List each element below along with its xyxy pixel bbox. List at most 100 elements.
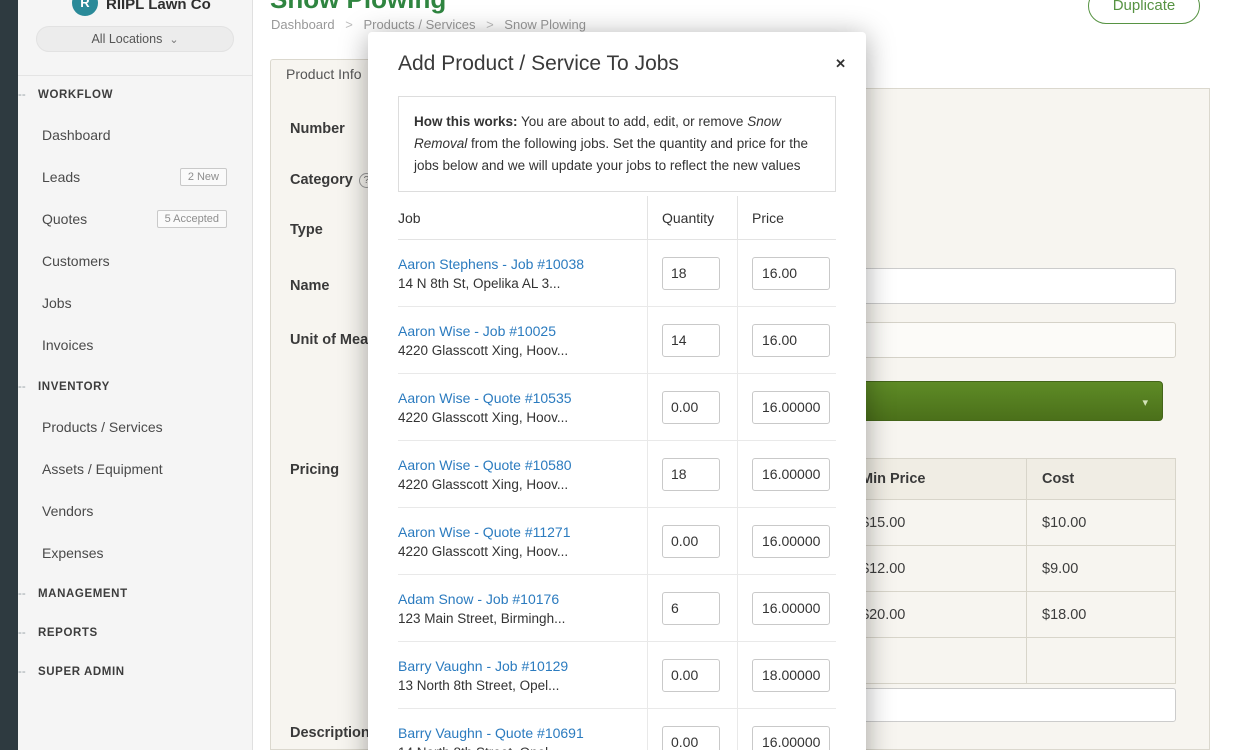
price-input[interactable] — [752, 659, 830, 692]
breadcrumb-products-services[interactable]: Products / Services — [363, 17, 475, 32]
price-input[interactable] — [752, 391, 830, 424]
page-title: Snow Plowing — [270, 0, 446, 15]
tree-dash-icon: -- — [18, 584, 26, 604]
quantity-column-header: Quantity — [648, 196, 738, 239]
job-row: Aaron Stephens - Job #10038 14 N 8th St,… — [398, 240, 836, 307]
sidebar-item-assets-equipment[interactable]: Assets / Equipment — [18, 448, 253, 490]
chevron-down-icon: ⌄ — [169, 34, 178, 46]
section-super-admin[interactable]: -- SUPER ADMIN — [18, 662, 253, 682]
job-link[interactable]: Adam Snow - Job #10176 — [398, 591, 637, 607]
duplicate-button[interactable]: Duplicate — [1088, 0, 1200, 24]
close-icon[interactable]: ✕ — [835, 56, 846, 72]
jobs-table-header: Job Quantity Price — [398, 196, 836, 240]
section-management[interactable]: -- MANAGEMENT — [18, 584, 253, 604]
job-address: 14 N 8th St, Opelika AL 3... — [398, 276, 637, 291]
tree-dash-icon: -- — [18, 85, 26, 105]
sidebar-item-vendors[interactable]: Vendors — [18, 490, 253, 532]
job-column-header: Job — [398, 196, 648, 239]
name-label: Name — [290, 278, 330, 294]
sidebar-item-expenses[interactable]: Expenses — [18, 532, 253, 574]
quantity-input[interactable] — [662, 391, 720, 424]
job-link[interactable]: Aaron Wise - Quote #10580 — [398, 457, 637, 473]
add-product-service-to-jobs-modal: Add Product / Service To Jobs ✕ How this… — [368, 32, 866, 750]
category-label: Category? — [290, 172, 374, 188]
job-row: Aaron Wise - Quote #11271 4220 Glasscott… — [398, 508, 836, 575]
quotes-badge: 5 Accepted — [157, 210, 227, 228]
min-price-value: $15.00 — [846, 500, 1027, 545]
location-label: All Locations — [91, 32, 162, 46]
cost-value: $18.00 — [1027, 592, 1175, 637]
quantity-input[interactable] — [662, 257, 720, 290]
tree-dash-icon: -- — [18, 623, 26, 643]
how-this-works-note: How this works: You are about to add, ed… — [398, 96, 836, 192]
cost-value: $9.00 — [1027, 546, 1175, 591]
company-name: RIIPL Lawn Co — [106, 0, 211, 13]
job-address: 4220 Glasscott Xing, Hoov... — [398, 477, 637, 492]
job-link[interactable]: Aaron Wise - Quote #10535 — [398, 390, 637, 406]
section-inventory[interactable]: -- INVENTORY — [18, 377, 253, 397]
sidebar-item-jobs[interactable]: Jobs — [18, 282, 253, 324]
job-address: 13 North 8th Street, Opel... — [398, 678, 637, 693]
job-link[interactable]: Aaron Stephens - Job #10038 — [398, 256, 637, 272]
price-input[interactable] — [752, 726, 830, 750]
sidebar: R RIIPL Lawn Co All Locations ⌄ -- WORKFL… — [18, 0, 253, 750]
job-address: 123 Main Street, Birmingh... — [398, 611, 637, 626]
job-link[interactable]: Barry Vaughn - Quote #10691 — [398, 725, 637, 741]
price-column-header: Price — [738, 196, 836, 239]
sidebar-item-customers[interactable]: Customers — [18, 240, 253, 282]
sidebar-menu: -- WORKFLOW Dashboard Leads2 New Quotes5… — [18, 76, 253, 691]
price-input[interactable] — [752, 324, 830, 357]
price-input[interactable] — [752, 592, 830, 625]
price-input[interactable] — [752, 458, 830, 491]
job-link[interactable]: Aaron Wise - Quote #11271 — [398, 524, 637, 540]
job-row: Barry Vaughn - Quote #10691 14 North 8th… — [398, 709, 836, 750]
sidebar-header: R RIIPL Lawn Co All Locations ⌄ — [18, 0, 252, 76]
min-price-value: $20.00 — [846, 592, 1027, 637]
tree-dash-icon: -- — [18, 662, 26, 682]
quantity-input[interactable] — [662, 525, 720, 558]
job-address: 14 North 8th Street, Opel... — [398, 745, 637, 750]
job-link[interactable]: Barry Vaughn - Job #10129 — [398, 658, 637, 674]
min-price-value: $12.00 — [846, 546, 1027, 591]
location-selector[interactable]: All Locations ⌄ — [36, 26, 234, 52]
leads-badge: 2 New — [180, 168, 227, 186]
price-input[interactable] — [752, 525, 830, 558]
sidebar-item-leads[interactable]: Leads2 New — [18, 156, 253, 198]
breadcrumb-dashboard[interactable]: Dashboard — [271, 17, 335, 32]
job-row: Aaron Wise - Job #10025 4220 Glasscott X… — [398, 307, 836, 374]
breadcrumb-separator: > — [486, 17, 494, 32]
breadcrumb-current: Snow Plowing — [504, 17, 586, 32]
sidebar-item-invoices[interactable]: Invoices — [18, 324, 253, 366]
section-reports[interactable]: -- REPORTS — [18, 623, 253, 643]
number-label: Number — [290, 121, 345, 137]
company-logo: R — [72, 0, 98, 16]
tab-product-info[interactable]: Product Info — [270, 59, 378, 89]
job-link[interactable]: Aaron Wise - Job #10025 — [398, 323, 637, 339]
quantity-input[interactable] — [662, 324, 720, 357]
pricing-label: Pricing — [290, 462, 339, 478]
price-input[interactable] — [752, 257, 830, 290]
breadcrumb: Dashboard > Products / Services > Snow P… — [271, 17, 586, 32]
job-address: 4220 Glasscott Xing, Hoov... — [398, 544, 637, 559]
sidebar-item-products-services[interactable]: Products / Services — [18, 406, 253, 448]
quantity-input[interactable] — [662, 592, 720, 625]
job-address: 4220 Glasscott Xing, Hoov... — [398, 343, 637, 358]
jobs-table: Job Quantity Price Aaron Stephens - Job … — [398, 196, 836, 750]
cost-value: $10.00 — [1027, 500, 1175, 545]
quantity-input[interactable] — [662, 659, 720, 692]
modal-title: Add Product / Service To Jobs — [368, 32, 866, 76]
job-row: Adam Snow - Job #10176 123 Main Street, … — [398, 575, 836, 642]
quantity-input[interactable] — [662, 458, 720, 491]
sidebar-item-quotes[interactable]: Quotes5 Accepted — [18, 198, 253, 240]
tree-dash-icon: -- — [18, 377, 26, 397]
description-label: Description — [290, 725, 370, 741]
sidebar-item-dashboard[interactable]: Dashboard — [18, 114, 253, 156]
cost-header: Cost — [1027, 459, 1175, 499]
quantity-input[interactable] — [662, 726, 720, 750]
job-row: Aaron Wise - Quote #10580 4220 Glasscott… — [398, 441, 836, 508]
section-workflow[interactable]: -- WORKFLOW — [18, 85, 253, 105]
job-row: Barry Vaughn - Job #10129 13 North 8th S… — [398, 642, 836, 709]
chevron-down-icon: ▾ — [1142, 396, 1148, 409]
sidebar-rail — [0, 0, 18, 750]
type-label: Type — [290, 222, 323, 238]
